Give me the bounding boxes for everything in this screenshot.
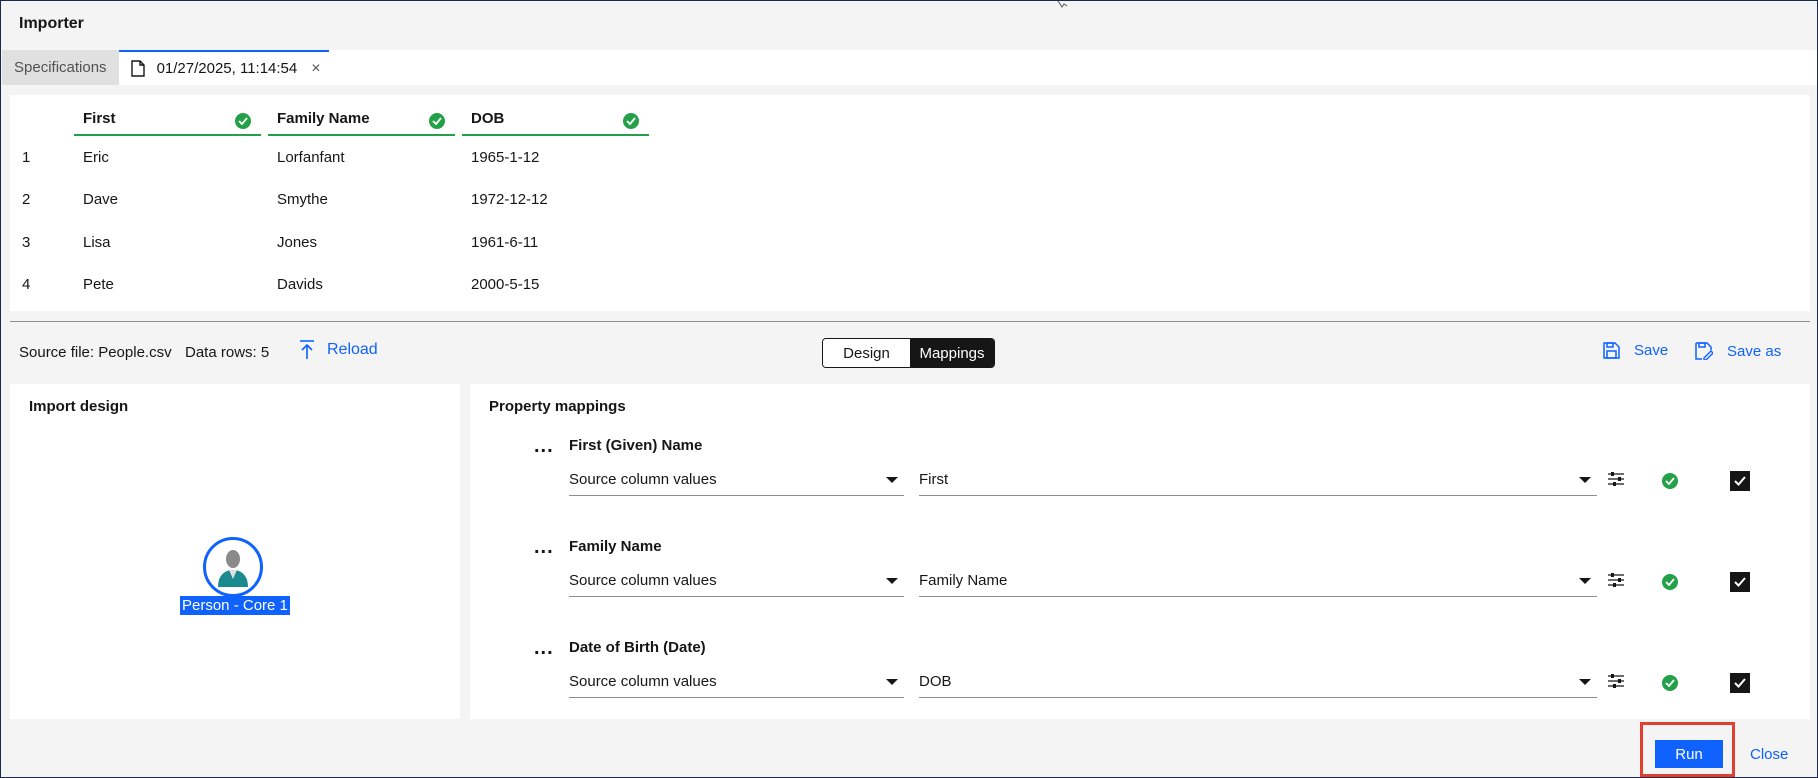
cell-family-name: Smythe: [277, 191, 328, 208]
view-toggle: Design Mappings: [822, 338, 995, 368]
include-checkbox[interactable]: [1730, 572, 1750, 592]
mapping-date-of-birth: ... Date of Birth (Date) Source column v…: [470, 637, 1810, 727]
panel-title: Import design: [29, 398, 129, 415]
settings-sliders-icon[interactable]: [1607, 674, 1625, 688]
importer-window: Importer Specifications 01/27/2025, 11:1…: [0, 0, 1818, 778]
column-header-family-name[interactable]: Family Name: [268, 103, 455, 136]
overflow-menu-icon[interactable]: ...: [534, 637, 554, 660]
table-row[interactable]: 1 Eric Lorfanfant 1965-1-12: [10, 138, 710, 180]
source-type-dropdown[interactable]: Source column values: [569, 463, 904, 496]
table-row[interactable]: 4 Pete Davids 2000-5-15: [10, 265, 710, 307]
cell-dob: 1972-12-12: [471, 191, 548, 208]
table-row[interactable]: 2 Dave Smythe 1972-12-12: [10, 180, 710, 222]
row-index: 1: [22, 149, 31, 166]
source-column-dropdown[interactable]: First: [919, 463, 1597, 496]
checkmark-icon: [1734, 678, 1746, 688]
close-tab-icon[interactable]: ×: [311, 60, 320, 78]
check-circle-icon: [1662, 574, 1678, 590]
source-type-dropdown[interactable]: Source column values: [569, 665, 904, 698]
tab-bar: Specifications 01/27/2025, 11:14:54 ×: [2, 50, 1817, 85]
mapping-first-given-name: ... First (Given) Name Source column val…: [470, 435, 1810, 525]
toggle-design[interactable]: Design: [823, 339, 910, 367]
save-as-icon: [1695, 342, 1713, 360]
section-divider: [10, 321, 1810, 322]
row-index: 2: [22, 191, 31, 208]
mapping-property-name: First (Given) Name: [569, 437, 703, 454]
cell-dob: 2000-5-15: [471, 276, 540, 293]
cell-dob: 1965-1-12: [471, 149, 540, 166]
include-checkbox[interactable]: [1730, 673, 1750, 693]
row-index: 4: [22, 276, 31, 293]
settings-sliders-icon[interactable]: [1607, 472, 1625, 486]
save-icon: [1603, 342, 1620, 359]
mouse-cursor-icon: [1057, 1, 1068, 8]
check-circle-icon: [235, 113, 251, 129]
tab-import-session[interactable]: 01/27/2025, 11:14:54 ×: [118, 50, 329, 85]
caret-down-icon: [1579, 679, 1591, 685]
caret-down-icon: [886, 578, 898, 584]
column-header-first[interactable]: First: [74, 103, 261, 136]
cell-first: Dave: [83, 191, 119, 208]
cell-dob: 1961-6-11: [471, 234, 539, 251]
mapping-property-name: Date of Birth (Date): [569, 639, 706, 656]
cell-first: Pete: [83, 276, 114, 293]
checkmark-icon: [1734, 577, 1746, 587]
tab-label: Specifications: [14, 59, 107, 76]
toggle-mappings[interactable]: Mappings: [910, 339, 994, 367]
close-button[interactable]: Close: [1750, 746, 1788, 763]
check-circle-icon: [1662, 473, 1678, 489]
document-icon: [130, 60, 145, 77]
window-title: Importer: [19, 15, 84, 32]
cell-family-name: Davids: [277, 276, 323, 293]
mapping-property-name: Family Name: [569, 538, 662, 555]
save-as-label: Save as: [1727, 342, 1782, 360]
tab-label: 01/27/2025, 11:14:54: [156, 60, 298, 77]
source-file-label: Source file: People.csv: [19, 344, 172, 361]
run-button[interactable]: Run: [1655, 740, 1723, 768]
reload-button[interactable]: Reload: [299, 340, 378, 360]
person-node-label[interactable]: Person - Core 1: [180, 596, 290, 615]
reload-label: Reload: [327, 341, 378, 358]
checkmark-icon: [1734, 476, 1746, 486]
caret-down-icon: [1579, 578, 1591, 584]
check-circle-icon: [429, 113, 445, 129]
caret-down-icon: [886, 477, 898, 483]
save-as-button[interactable]: Save as: [1695, 342, 1781, 360]
panel-title: Property mappings: [489, 398, 626, 415]
column-header-dob[interactable]: DOB: [462, 103, 649, 136]
overflow-menu-icon[interactable]: ...: [534, 536, 554, 559]
check-circle-icon: [1662, 675, 1678, 691]
upload-arrow-icon: [300, 340, 314, 359]
overflow-menu-icon[interactable]: ...: [534, 435, 554, 458]
include-checkbox[interactable]: [1730, 471, 1750, 491]
caret-down-icon: [1579, 477, 1591, 483]
data-preview-grid: First Family Name DOB 1 Eric Lorfanfant …: [10, 95, 1810, 311]
property-mappings-panel: Property mappings ... First (Given) Name…: [470, 384, 1810, 719]
source-column-dropdown[interactable]: Family Name: [919, 564, 1597, 597]
caret-down-icon: [886, 679, 898, 685]
source-type-dropdown[interactable]: Source column values: [569, 564, 904, 597]
cell-first: Eric: [83, 149, 109, 166]
source-column-dropdown[interactable]: DOB: [919, 665, 1597, 698]
table-row[interactable]: 3 Lisa Jones 1961-6-11: [10, 223, 710, 265]
cell-family-name: Lorfanfant: [277, 149, 345, 166]
person-node[interactable]: [203, 537, 263, 597]
mapping-family-name: ... Family Name Source column values Fam…: [470, 536, 1810, 626]
cell-first: Lisa: [83, 234, 111, 251]
person-avatar-icon: [218, 550, 248, 587]
check-circle-icon: [623, 113, 639, 129]
import-toolbar: Source file: People.csv Data rows: 5 Rel…: [1, 334, 1818, 370]
settings-sliders-icon[interactable]: [1607, 573, 1625, 587]
data-rows-label: Data rows: 5: [185, 344, 270, 361]
save-button[interactable]: Save: [1603, 342, 1668, 359]
tab-specifications[interactable]: Specifications: [2, 50, 119, 85]
import-design-panel: Import design Person - Core 1: [10, 384, 460, 719]
cell-family-name: Jones: [277, 234, 318, 251]
save-label: Save: [1634, 342, 1669, 359]
row-index: 3: [22, 234, 31, 251]
